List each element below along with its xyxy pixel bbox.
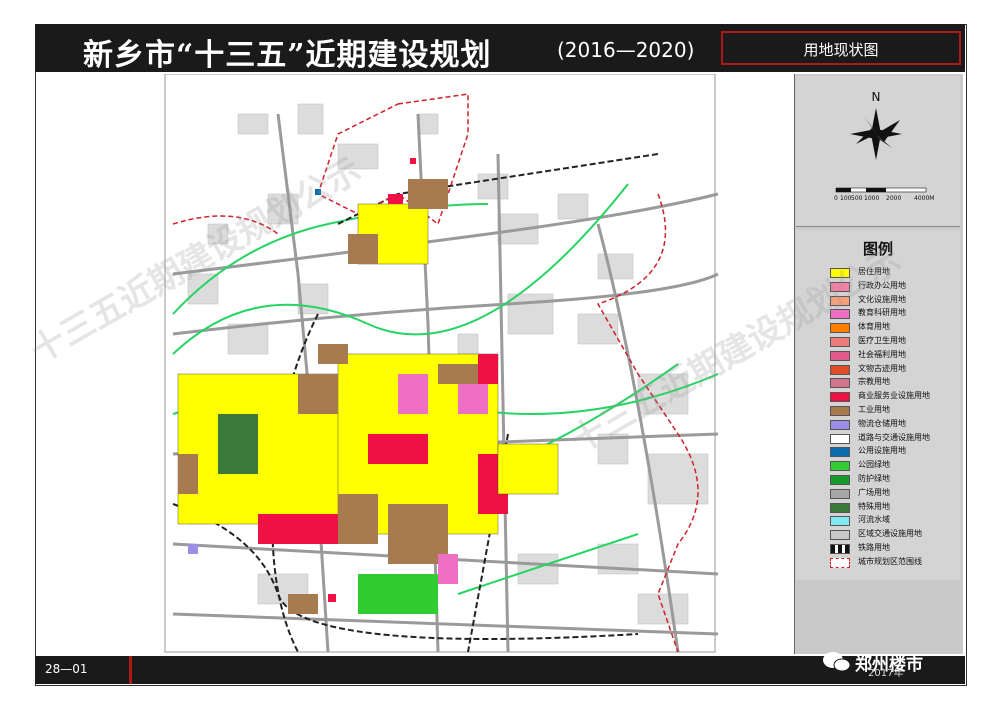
map-canvas[interactable] (38, 74, 793, 654)
legend-item: 物流仓储用地 (830, 418, 960, 432)
legend-item: 文化设施用地 (830, 294, 960, 308)
legend-label: 区域交通设施用地 (858, 529, 922, 539)
source-logo: 郑州楼市 2017年 (820, 648, 970, 679)
legend-item: 行政办公用地 (830, 280, 960, 294)
legend-label: 河流水域 (858, 515, 890, 525)
legend-swatch (830, 337, 850, 347)
legend-swatch (830, 502, 850, 513)
legend-label: 商业服务业设施用地 (858, 391, 930, 401)
legend-item: 社会福利用地 (830, 349, 960, 363)
legend-item: 居住用地 (830, 266, 960, 280)
legend-item: 防护绿地 (830, 473, 960, 487)
legend-label: 城市规划区范围线 (858, 556, 922, 566)
scale-bar: 0 100 500 1000 2000 4000M (834, 195, 934, 202)
legend-swatch (830, 364, 850, 375)
page-number: 28—01 (45, 662, 88, 676)
legend-label: 公园绿地 (858, 460, 890, 470)
svg-text:0: 0 (834, 195, 838, 202)
legend-swatch (830, 392, 850, 403)
legend-swatch (830, 350, 850, 361)
legend-item: 文物古迹用地 (830, 363, 960, 377)
legend-label: 工业用地 (858, 405, 890, 414)
legend-label: 物流仓储用地 (858, 418, 906, 428)
svg-text:500: 500 (851, 195, 863, 202)
legend-item: 公用设施用地 (830, 445, 960, 459)
legend-label: 广场用地 (858, 487, 890, 497)
legend-swatch (830, 268, 850, 278)
legend-item: 河流水域 (830, 514, 960, 528)
north-label: N (872, 90, 881, 104)
compass-panel: N 0 100 500 1000 2000 4000M (796, 76, 960, 227)
legend-swatch (830, 447, 850, 458)
legend-label: 教育科研用地 (858, 308, 906, 318)
legend-item: 广场用地 (830, 487, 960, 501)
legend-item: 体育用地 (830, 321, 960, 335)
legend-swatch (830, 557, 850, 568)
logo-year: 2017年 (868, 668, 904, 679)
legend-label: 铁路用地 (858, 543, 890, 552)
legend-swatch (830, 544, 850, 554)
page-number-box: 28—01 (35, 656, 132, 684)
legend-item: 商业服务业设施用地 (830, 390, 960, 404)
legend-swatch (830, 475, 850, 485)
legend-item: 铁路用地 (830, 542, 960, 556)
legend-swatch (830, 323, 850, 334)
map-title: 新乡市“十三五”近期建设规划 (83, 38, 492, 73)
svg-text:100: 100 (840, 195, 852, 202)
svg-text:1000: 1000 (864, 195, 879, 202)
legend-label: 道路与交通设施用地 (858, 432, 930, 442)
legend-swatch (830, 281, 850, 292)
legend-label: 特殊用地 (858, 501, 890, 511)
legend-swatch (830, 295, 850, 306)
map-name-box: 用地现状图 (721, 31, 961, 65)
legend-swatch (830, 309, 850, 320)
legend-title: 图例 (862, 240, 893, 258)
legend-panel: 图例 居住用地行政办公用地 文化设施用地 教育科研用地 体育用地医疗卫生用地 社会福利用… (796, 230, 960, 580)
legend-label: 文物古迹用地 (858, 363, 906, 373)
legend-swatch (830, 433, 850, 444)
map-years: (2016—2020) (557, 38, 695, 62)
legend-swatch (830, 488, 850, 499)
legend-item: 城市规划区范围线 (830, 556, 960, 570)
legend-label: 宗教用地 (858, 377, 890, 387)
legend-swatch (830, 461, 850, 472)
svg-text:4000M: 4000M (914, 195, 934, 202)
compass-icon: N 0 100 500 1000 2000 4000M (834, 90, 934, 202)
legend-label: 行政办公用地 (858, 280, 906, 290)
legend-item: 医疗卫生用地 (830, 335, 960, 349)
legend-label: 文化设施用地 (858, 294, 906, 304)
legend-swatch (830, 516, 850, 527)
legend-swatch (830, 406, 850, 416)
svg-text:2000: 2000 (886, 195, 901, 202)
legend-item: 公园绿地 (830, 459, 960, 473)
legend-label: 防护绿地 (858, 474, 890, 483)
legend-item: 宗教用地 (830, 376, 960, 390)
map-name: 用地现状图 (803, 41, 879, 59)
legend-item: 特殊用地 (830, 501, 960, 515)
legend-item: 教育科研用地 (830, 307, 960, 321)
legend-label: 居住用地 (858, 267, 890, 276)
legend-label: 体育用地 (858, 322, 890, 332)
legend-item: 区域交通设施用地 (830, 528, 960, 542)
legend-item: 道路与交通设施用地 (830, 432, 960, 446)
legend-swatch (830, 378, 850, 389)
land-use-map (164, 74, 719, 653)
legend-label: 公用设施用地 (858, 446, 906, 456)
legend-swatch (830, 530, 850, 541)
wechat-icon (823, 652, 851, 672)
legend-swatch (830, 419, 850, 430)
legend-label: 社会福利用地 (858, 349, 906, 359)
legend-item: 工业用地 (830, 404, 960, 418)
legend-label: 医疗卫生用地 (858, 336, 906, 345)
